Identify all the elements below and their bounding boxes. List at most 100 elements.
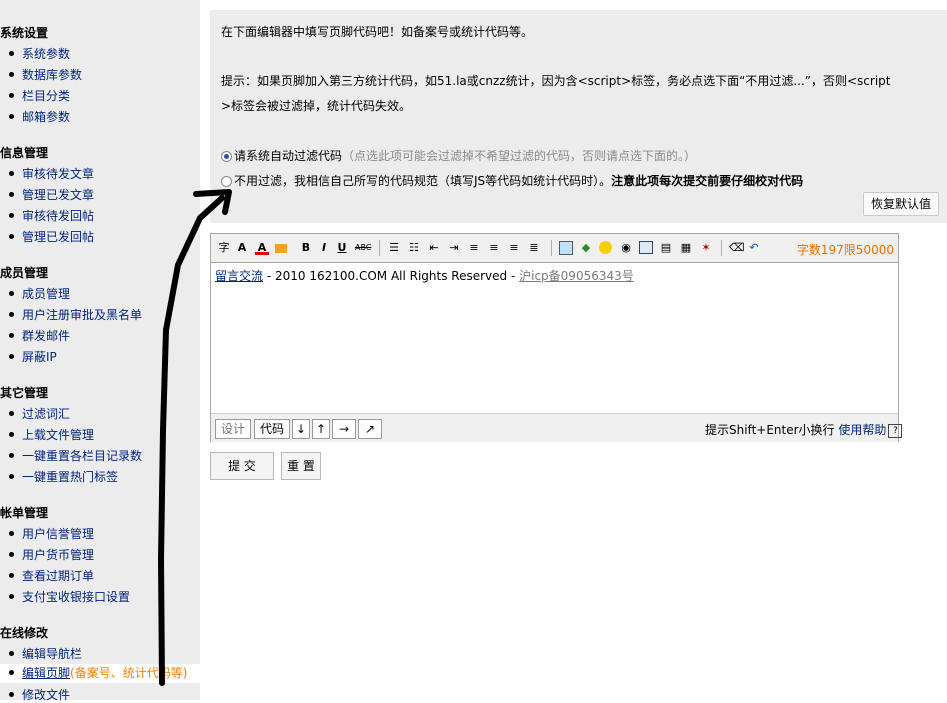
editor-footer-bar: 设计 代码 ↓ ↑ → ↗ 提示Shift+Enter小换行 使用帮助?: [211, 413, 903, 442]
section-title-info: 信息管理: [0, 146, 49, 160]
section-title-other: 其它管理: [0, 386, 49, 400]
sidebar-item-member-manage[interactable]: 成员管理: [9, 285, 70, 302]
editor-content-area[interactable]: 留言交流 - 2010 162100.COM All Rights Reserv…: [211, 263, 898, 413]
sidebar-item-reset-counts[interactable]: 一键重置各栏目记录数: [9, 447, 142, 464]
sidebar-item-review-replies[interactable]: 审核待发回帖: [9, 207, 94, 224]
align-center-icon[interactable]: ≡: [487, 241, 501, 255]
bullet-icon: [9, 192, 14, 197]
sidebar-item-filter-words[interactable]: 过滤词汇: [9, 405, 70, 422]
arrow-right-icon[interactable]: →: [332, 419, 356, 439]
bullet-icon: [9, 354, 14, 359]
footer-link-icp[interactable]: 沪icp备09056343号: [519, 269, 634, 283]
media-icon[interactable]: ◉: [619, 241, 633, 255]
footer-editor: 字 A A B I U ABC ☰ ☷ ⇤ ⇥ ≡ ≡ ≡ ≣ ◆ ◉ ▤ ▦ …: [210, 233, 903, 442]
bullet-icon: [9, 171, 14, 176]
sidebar-item-upload-files[interactable]: 上载文件管理: [9, 426, 94, 443]
sidebar-item-manage-articles[interactable]: 管理已发文章: [9, 186, 94, 203]
char-count: 字数197限50000: [796, 243, 894, 257]
radio-auto-filter-label[interactable]: 请系统自动过滤代码（点选此项可能会过滤掉不希望过滤的代码，否则请点选下面的。）: [234, 147, 696, 164]
bullet-icon: [9, 93, 14, 98]
sidebar-item-expired-orders[interactable]: 查看过期订单: [9, 567, 94, 584]
sidebar-item-currency[interactable]: 用户货币管理: [9, 546, 94, 563]
outdent-icon[interactable]: ⇤: [427, 241, 441, 255]
arrow-down-icon[interactable]: ↓: [292, 419, 310, 439]
bullet-icon: [9, 573, 14, 578]
sidebar-item-edit-file[interactable]: 修改文件: [9, 686, 70, 703]
bullet-icon: [9, 594, 14, 599]
font-size-icon[interactable]: A: [235, 241, 249, 255]
sidebar-item-alipay[interactable]: 支付宝收银接口设置: [9, 588, 130, 605]
section-title-online-edit: 在线修改: [0, 626, 49, 640]
bullet-icon: [9, 291, 14, 296]
bullet-icon: [9, 72, 14, 77]
intro-text: 在下面编辑器中填写页脚代码吧！如备案号或统计代码等。: [221, 25, 534, 39]
align-right-icon[interactable]: ≡: [507, 241, 521, 255]
underline-icon[interactable]: U: [335, 241, 349, 255]
footer-link-message[interactable]: 留言交流: [215, 269, 263, 283]
sidebar-item-column-category[interactable]: 栏目分类: [9, 87, 70, 104]
help-icon[interactable]: ?: [888, 423, 903, 438]
help-link[interactable]: 使用帮助: [838, 423, 886, 437]
italic-icon[interactable]: I: [317, 241, 331, 255]
bullet-icon: [9, 333, 14, 338]
toolbar-separator: [721, 240, 722, 256]
hr-icon[interactable]: ▤: [659, 241, 673, 255]
sidebar-item-review-articles[interactable]: 审核待发文章: [9, 165, 94, 182]
radio-no-filter-label[interactable]: 不用过滤，我相信自己所写的代码规范（填写JS等代码如统计代码时）。注意此项每次提…: [234, 172, 803, 189]
bullet-icon: [9, 213, 14, 218]
sidebar-item-mail-params[interactable]: 邮箱参数: [9, 108, 70, 125]
radio-auto-filter[interactable]: [221, 151, 232, 162]
sidebar-item-mass-mail[interactable]: 群发邮件: [9, 327, 70, 344]
tip-text-line1: 提示：如果页脚加入第三方统计代码，如51.la或cnzz统计，因为含<scrip…: [221, 74, 891, 88]
reset-button[interactable]: 重 置: [281, 452, 321, 480]
bold-icon[interactable]: B: [299, 241, 313, 255]
section-title-system: 系统设置: [0, 26, 49, 40]
align-left-icon[interactable]: ≡: [467, 241, 481, 255]
bullet-icon: [9, 114, 14, 119]
bullet-icon: [9, 312, 14, 317]
eraser-icon[interactable]: ⌫: [729, 241, 745, 255]
ordered-list-icon[interactable]: ☰: [387, 241, 401, 255]
flash-icon[interactable]: ✶: [699, 241, 713, 255]
sidebar-item-reset-tags[interactable]: 一键重置热门标签: [9, 468, 118, 485]
align-justify-icon[interactable]: ≣: [527, 241, 541, 255]
bullet-icon: [9, 474, 14, 479]
emoticon-icon[interactable]: [599, 241, 612, 254]
restore-default-button[interactable]: 恢复默认值: [863, 192, 939, 216]
bullet-icon: [9, 51, 14, 56]
code-mode-button[interactable]: 代码: [254, 419, 290, 439]
indent-icon[interactable]: ⇥: [447, 241, 461, 255]
upload-icon[interactable]: ◆: [579, 241, 593, 255]
sidebar-item-credit[interactable]: 用户信誉管理: [9, 525, 94, 542]
strikethrough-icon[interactable]: ABC: [355, 241, 371, 255]
editor-toolbar: 字 A A B I U ABC ☰ ☷ ⇤ ⇥ ≡ ≡ ≡ ≣ ◆ ◉ ▤ ▦ …: [211, 234, 898, 263]
bullet-icon: [9, 432, 14, 437]
shift-enter-hint: 提示Shift+Enter小换行 使用帮助?: [705, 421, 903, 438]
sidebar-item-database-params[interactable]: 数据库参数: [9, 66, 82, 83]
highlight-icon[interactable]: [275, 244, 287, 253]
table-icon[interactable]: [639, 241, 653, 254]
radio-no-filter[interactable]: [221, 176, 232, 187]
undo-icon[interactable]: ↶: [747, 241, 761, 255]
bullet-icon: [9, 531, 14, 536]
font-color-icon[interactable]: A: [255, 241, 269, 255]
design-mode-button[interactable]: 设计: [215, 419, 251, 439]
image-icon[interactable]: [559, 241, 573, 255]
section-title-billing: 帐单管理: [0, 506, 49, 520]
bullet-icon: [9, 411, 14, 416]
sidebar-item-system-params[interactable]: 系统参数: [9, 45, 70, 62]
submit-button[interactable]: 提 交: [210, 452, 274, 480]
sidebar-item-block-ip[interactable]: 屏蔽IP: [9, 348, 57, 365]
special-char-icon[interactable]: ▦: [679, 241, 693, 255]
sidebar-item-manage-replies[interactable]: 管理已发回帖: [9, 228, 94, 245]
bullet-icon: [9, 670, 14, 675]
bullet-icon: [9, 234, 14, 239]
sidebar-item-registration-blacklist[interactable]: 用户注册审批及黑名单: [9, 306, 142, 323]
arrow-up-icon[interactable]: ↑: [312, 419, 330, 439]
sidebar-item-edit-footer[interactable]: 编辑页脚(备案号、统计代码等): [0, 664, 200, 683]
sidebar-item-edit-nav[interactable]: 编辑导航栏: [9, 645, 82, 662]
arrow-diagonal-icon[interactable]: ↗: [358, 419, 382, 439]
unordered-list-icon[interactable]: ☷: [407, 241, 421, 255]
bullet-icon: [9, 692, 14, 697]
font-icon[interactable]: 字: [217, 241, 231, 255]
